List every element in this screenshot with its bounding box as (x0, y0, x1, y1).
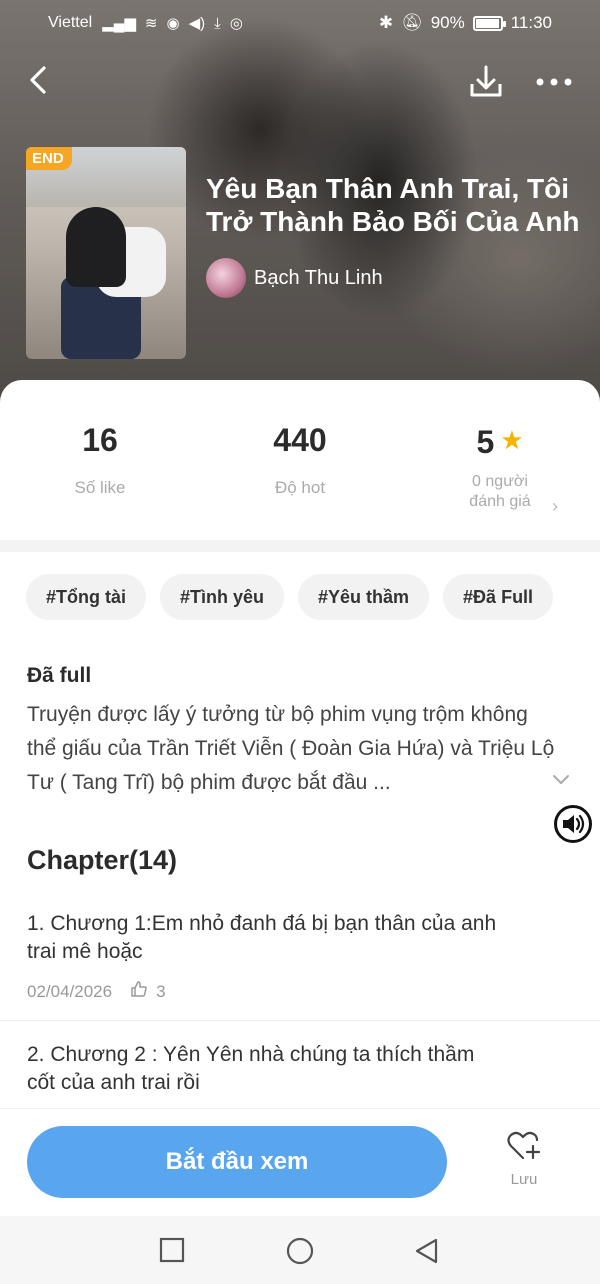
save-button[interactable]: Lưu (494, 1130, 554, 1188)
section-divider (0, 540, 600, 552)
start-reading-button[interactable]: Bắt đầu xem (27, 1126, 447, 1198)
likes-count: 16 (82, 422, 118, 458)
chapter-likes: 3 (156, 981, 166, 1001)
stat-likes: 16 Số like (0, 420, 200, 498)
likes-label: Số like (74, 478, 126, 497)
description-heading: Đã full (27, 664, 92, 687)
chapter-title: 1. Chương 1:Em nhỏ đanh đá bị bạn thân c… (27, 912, 497, 963)
mute-icon: 🔕︎ (401, 13, 423, 32)
back-arrow-icon[interactable] (22, 62, 58, 98)
stats-row: 16 Số like 440 Độ hot 5 ★ 0 người đánh gi… (0, 420, 600, 540)
tag-chip[interactable]: #Tình yêu (160, 574, 285, 620)
thumbs-up-icon (130, 980, 148, 1003)
status-bar: Viettel ▂▄▆ ≋ ◉ ◀) ⤓ ◎ ✱ 🔕︎ 90% 11:30 (0, 0, 600, 46)
speaker-icon (563, 814, 585, 834)
carrier-name: Viettel (48, 14, 93, 31)
system-back-icon[interactable] (412, 1236, 442, 1266)
rating-count-label: 0 người (472, 473, 528, 490)
home-icon[interactable] (285, 1236, 315, 1266)
battery-icon (472, 15, 506, 31)
tag-chip[interactable]: #Tổng tài (26, 574, 146, 620)
tag-list: #Tổng tài #Tình yêu #Yêu thầm #Đã Full (26, 574, 554, 620)
author-avatar[interactable] (206, 258, 246, 298)
star-icon: ★ (500, 425, 524, 455)
tag-chip[interactable]: #Yêu thầm (298, 574, 430, 620)
messenger-icon: ◎ (229, 15, 243, 32)
system-navigation-bar (0, 1216, 600, 1284)
audio-play-button[interactable] (554, 805, 592, 843)
clock: 11:30 (510, 13, 552, 32)
end-badge: END (26, 147, 72, 170)
bluetooth-icon: ✱ (378, 13, 394, 32)
chapter-item[interactable]: 1. Chương 1:Em nhỏ đanh đá bị bạn thân c… (0, 910, 600, 1021)
volume-icon: ◀) (188, 15, 206, 32)
stat-rating[interactable]: 5 ★ 0 người đánh giá (400, 420, 600, 512)
chapter-list-heading: Chapter(14) (27, 845, 178, 875)
app-notification-icon: ◉ (166, 15, 180, 32)
tag-chip[interactable]: #Đã Full (443, 574, 554, 620)
book-cover[interactable]: END (26, 147, 186, 359)
author-name[interactable]: Bạch Thu Linh (254, 267, 383, 290)
chevron-down-icon[interactable] (550, 768, 572, 790)
wifi-icon: ≋ (144, 15, 158, 32)
more-options-icon[interactable] (532, 62, 576, 102)
hot-label: Độ hot (274, 478, 326, 497)
chevron-right-icon[interactable]: › (552, 496, 558, 517)
author-row[interactable]: Bạch Thu Linh (206, 258, 383, 298)
book-title: Yêu Bạn Thân Anh Trai, Tôi Trở Thành Bảo… (206, 173, 580, 237)
rating-value: 5 (476, 424, 495, 460)
signal-icon: ▂▄▆ (102, 15, 136, 32)
hot-count: 440 (273, 422, 327, 458)
stat-hot: 440 Độ hot (200, 420, 400, 498)
save-label: Lưu (510, 1171, 538, 1188)
rating-label: đánh giá (469, 493, 531, 510)
chapter-date: 02/04/2026 (27, 981, 113, 1001)
chapter-title: 2. Chương 2 : Yên Yên nhà chúng ta thích… (27, 1043, 475, 1094)
description-text: Truyện được lấy ý tưởng từ bộ phim vụng … (27, 703, 555, 794)
download-notification-icon: ⤓ (214, 14, 221, 32)
download-icon[interactable] (466, 62, 506, 102)
recent-apps-icon[interactable] (158, 1236, 186, 1264)
chapter-item[interactable]: 2. Chương 2 : Yên Yên nhà chúng ta thích… (0, 1041, 600, 1097)
battery-percent: 90% (430, 13, 465, 32)
heart-add-icon (507, 1131, 541, 1160)
